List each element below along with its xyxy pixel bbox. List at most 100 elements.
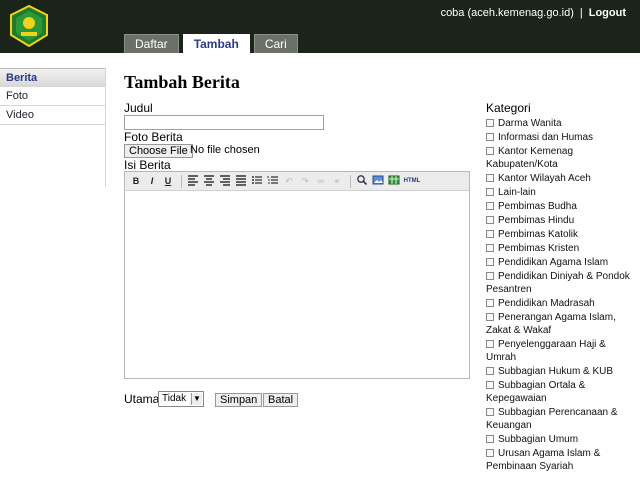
kategori-item[interactable]: Subbagian Perencanaan & Keuangan <box>486 406 636 432</box>
logout-link[interactable]: Logout <box>589 7 626 19</box>
kategori-checkbox[interactable] <box>486 119 494 127</box>
image-icon[interactable] <box>371 174 385 188</box>
kategori-item[interactable]: Pembimas Katolik <box>486 228 636 241</box>
align-right-icon[interactable] <box>218 174 232 188</box>
kemenag-logo-icon <box>10 5 48 47</box>
kategori-checkbox[interactable] <box>486 188 494 196</box>
tab-daftar[interactable]: Daftar <box>124 34 179 53</box>
kategori-label: Lain-lain <box>498 187 536 198</box>
align-center-icon[interactable] <box>202 174 216 188</box>
kategori-item[interactable]: Pembimas Hindu <box>486 214 636 227</box>
sidebar-divider <box>0 125 106 187</box>
kategori-item[interactable]: Pembimas Budha <box>486 200 636 213</box>
table-icon[interactable] <box>387 174 401 188</box>
kategori-item[interactable]: Pendidikan Agama Islam <box>486 256 636 269</box>
kategori-checkbox[interactable] <box>486 147 494 155</box>
kategori-label: Subbagian Hukum & KUB <box>498 366 614 377</box>
html-source-button[interactable]: HTML <box>403 174 421 188</box>
kategori-label: Pembimas Hindu <box>498 215 575 226</box>
kategori-checkbox[interactable] <box>486 449 494 457</box>
kategori-label: Pendidikan Diniyah & Pondok Pesantren <box>486 271 630 295</box>
simpan-button[interactable]: Simpan <box>215 393 263 407</box>
kategori-list: Darma Wanita Informasi dan Humas Kantor Ke… <box>486 117 636 473</box>
header-separator: | <box>579 7 583 19</box>
page-title: Tambah Berita <box>124 72 240 92</box>
kategori-title: Kategori <box>486 101 531 115</box>
judul-label: Judul <box>124 101 153 115</box>
kategori-item[interactable]: Pembimas Kristen <box>486 242 636 255</box>
kategori-item[interactable]: Subbagian Ortala & Kepegawaian <box>486 379 636 405</box>
kategori-label: Pembimas Kristen <box>498 243 580 254</box>
sidebar: Berita Foto Video <box>0 68 106 187</box>
kategori-label: Pembimas Katolik <box>498 229 579 240</box>
kategori-item[interactable]: Kantor Wilayah Aceh <box>486 172 636 185</box>
kategori-checkbox[interactable] <box>486 299 494 307</box>
search-icon[interactable] <box>355 174 369 188</box>
bold-button[interactable]: B <box>129 174 143 188</box>
choose-file-button[interactable]: Choose File <box>124 144 193 158</box>
numbered-list-icon[interactable] <box>266 174 280 188</box>
kategori-checkbox[interactable] <box>486 381 494 389</box>
kategori-label: Kantor Kemenag Kabupaten/Kota <box>486 146 574 170</box>
bullet-list-icon[interactable] <box>250 174 264 188</box>
align-left-icon[interactable] <box>186 174 200 188</box>
kategori-checkbox[interactable] <box>486 258 494 266</box>
kategori-checkbox[interactable] <box>486 133 494 141</box>
kategori-item[interactable]: Subbagian Hukum & KUB <box>486 365 636 378</box>
tab-bar: Daftar Tambah Cari <box>124 34 298 53</box>
kategori-item[interactable]: Pendidikan Diniyah & Pondok Pesantren <box>486 270 636 296</box>
kategori-item[interactable]: Kantor Kemenag Kabupaten/Kota <box>486 145 636 171</box>
file-status: No file chosen <box>190 144 260 156</box>
toolbar-separator <box>181 174 182 188</box>
kategori-checkbox[interactable] <box>486 230 494 238</box>
kategori-label: Urusan Agama Islam & Pembinaan Syariah <box>486 448 601 472</box>
kategori-item[interactable]: Pendidikan Madrasah <box>486 297 636 310</box>
underline-button[interactable]: U <box>161 174 175 188</box>
kategori-checkbox[interactable] <box>486 340 494 348</box>
kategori-item[interactable]: Darma Wanita <box>486 117 636 130</box>
toolbar-separator <box>350 174 351 188</box>
kategori-label: Subbagian Ortala & Kepegawaian <box>486 380 586 404</box>
sidebar-item-foto[interactable]: Foto <box>0 87 106 106</box>
tab-tambah[interactable]: Tambah <box>182 34 250 53</box>
kategori-item[interactable]: Penyelenggaraan Haji & Umrah <box>486 338 636 364</box>
isi-label: Isi Berita <box>124 158 171 172</box>
kategori-checkbox[interactable] <box>486 174 494 182</box>
kategori-checkbox[interactable] <box>486 244 494 252</box>
kategori-checkbox[interactable] <box>486 202 494 210</box>
utama-selected-value: Tidak <box>162 393 187 404</box>
kategori-checkbox[interactable] <box>486 272 494 280</box>
kategori-checkbox[interactable] <box>486 408 494 416</box>
sidebar-item-video[interactable]: Video <box>0 106 106 125</box>
judul-input[interactable] <box>124 115 324 130</box>
kategori-label: Kantor Wilayah Aceh <box>498 173 591 184</box>
kategori-checkbox[interactable] <box>486 367 494 375</box>
sidebar-item-berita[interactable]: Berita <box>0 68 106 87</box>
user-bar: coba (aceh.kemenag.go.id) | Logout <box>441 7 626 19</box>
link-icon[interactable]: ∞ <box>314 174 328 188</box>
utama-select[interactable]: Tidak ▼ <box>158 391 204 407</box>
kategori-label: Penerangan Agama Islam, Zakat & Wakaf <box>486 312 616 336</box>
kategori-label: Subbagian Umum <box>498 434 579 445</box>
kategori-item[interactable]: Penerangan Agama Islam, Zakat & Wakaf <box>486 311 636 337</box>
rich-text-editor[interactable]: B I U ↶ ↷ ∞ ⚭ HTML <box>124 171 470 379</box>
kategori-checkbox[interactable] <box>486 313 494 321</box>
kategori-checkbox[interactable] <box>486 216 494 224</box>
kategori-item[interactable]: Informasi dan Humas <box>486 131 636 144</box>
italic-button[interactable]: I <box>145 174 159 188</box>
align-justify-icon[interactable] <box>234 174 248 188</box>
chevron-down-icon: ▼ <box>191 393 202 405</box>
kategori-label: Informasi dan Humas <box>498 132 594 143</box>
kategori-panel: Kategori Darma Wanita Informasi dan Humas… <box>486 101 636 474</box>
undo-icon[interactable]: ↶ <box>282 174 296 188</box>
kategori-item[interactable]: Urusan Agama Islam & Pembinaan Syariah <box>486 447 636 473</box>
kategori-item[interactable]: Subbagian Umum <box>486 433 636 446</box>
batal-button[interactable]: Batal <box>263 393 299 407</box>
kategori-checkbox[interactable] <box>486 435 494 443</box>
editor-toolbar: B I U ↶ ↷ ∞ ⚭ HTML <box>125 172 469 191</box>
kategori-item[interactable]: Lain-lain <box>486 186 636 199</box>
unlink-icon[interactable]: ⚭ <box>330 174 344 188</box>
redo-icon[interactable]: ↷ <box>298 174 312 188</box>
tab-cari[interactable]: Cari <box>253 34 298 53</box>
kategori-label: Penyelenggaraan Haji & Umrah <box>486 339 606 363</box>
